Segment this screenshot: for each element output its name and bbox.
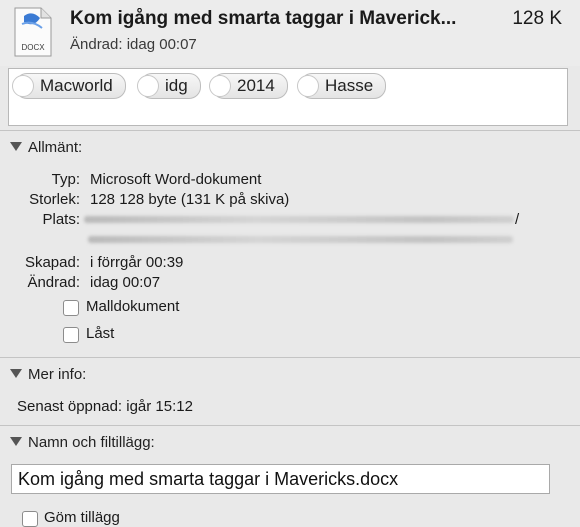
filename-input[interactable] [11, 464, 550, 494]
stationery-checkbox[interactable] [63, 300, 79, 316]
tag-token[interactable]: 2014 [209, 73, 288, 99]
modified-label: Ändrad: [27, 274, 80, 291]
section-general-title: Allmänt: [28, 139, 83, 156]
section-name-ext-header[interactable]: Namn och filtillägg: [10, 434, 155, 451]
tag-token[interactable]: Macworld [12, 73, 126, 99]
location-label: Plats: [42, 211, 80, 228]
last-opened: Senast öppnad: igår 15:12 [17, 398, 193, 415]
disclosure-triangle-icon[interactable] [10, 369, 22, 378]
size-value: 128 128 byte (131 K på skiva) [90, 191, 290, 208]
icon-ext-label: DOCX [21, 43, 45, 52]
file-title: Kom igång med smarta taggar i Maverick..… [70, 8, 457, 29]
location-suffix: / [515, 211, 520, 228]
type-value: Microsoft Word-dokument [90, 171, 262, 188]
modified-value: idag 00:07 [90, 274, 161, 291]
tag-token[interactable]: idg [137, 73, 201, 99]
modified-summary: Ändrad: idag 00:07 [70, 36, 197, 53]
divider [0, 357, 580, 358]
disclosure-triangle-icon[interactable] [10, 437, 22, 446]
redacted-path-continued [88, 236, 513, 243]
divider [0, 130, 580, 131]
locked-checkbox[interactable] [63, 327, 79, 343]
redacted-path [84, 216, 514, 223]
hide-extension-checkbox[interactable] [22, 511, 38, 527]
info-header: DOCX Kom igång med smarta taggar i Maver… [0, 0, 580, 66]
stationery-label: Malldokument [86, 298, 180, 315]
section-name-ext-title: Namn och filtillägg: [28, 434, 155, 451]
word-document-icon: DOCX [14, 7, 52, 57]
tags-field[interactable]: Macworld idg 2014 Hasse [8, 68, 568, 126]
created-value: i förrgår 00:39 [90, 254, 184, 271]
type-label: Typ: [51, 171, 80, 188]
size-label: Storlek: [29, 191, 80, 208]
created-label: Skapad: [24, 254, 80, 271]
section-more-info-header[interactable]: Mer info: [10, 366, 86, 383]
section-general-header[interactable]: Allmänt: [10, 139, 82, 156]
section-more-info-title: Mer info: [28, 366, 87, 383]
file-size: 128 K [512, 8, 562, 29]
tag-token[interactable]: Hasse [296, 73, 387, 99]
divider [0, 425, 580, 426]
locked-label: Låst [86, 325, 115, 342]
disclosure-triangle-icon[interactable] [10, 142, 22, 151]
